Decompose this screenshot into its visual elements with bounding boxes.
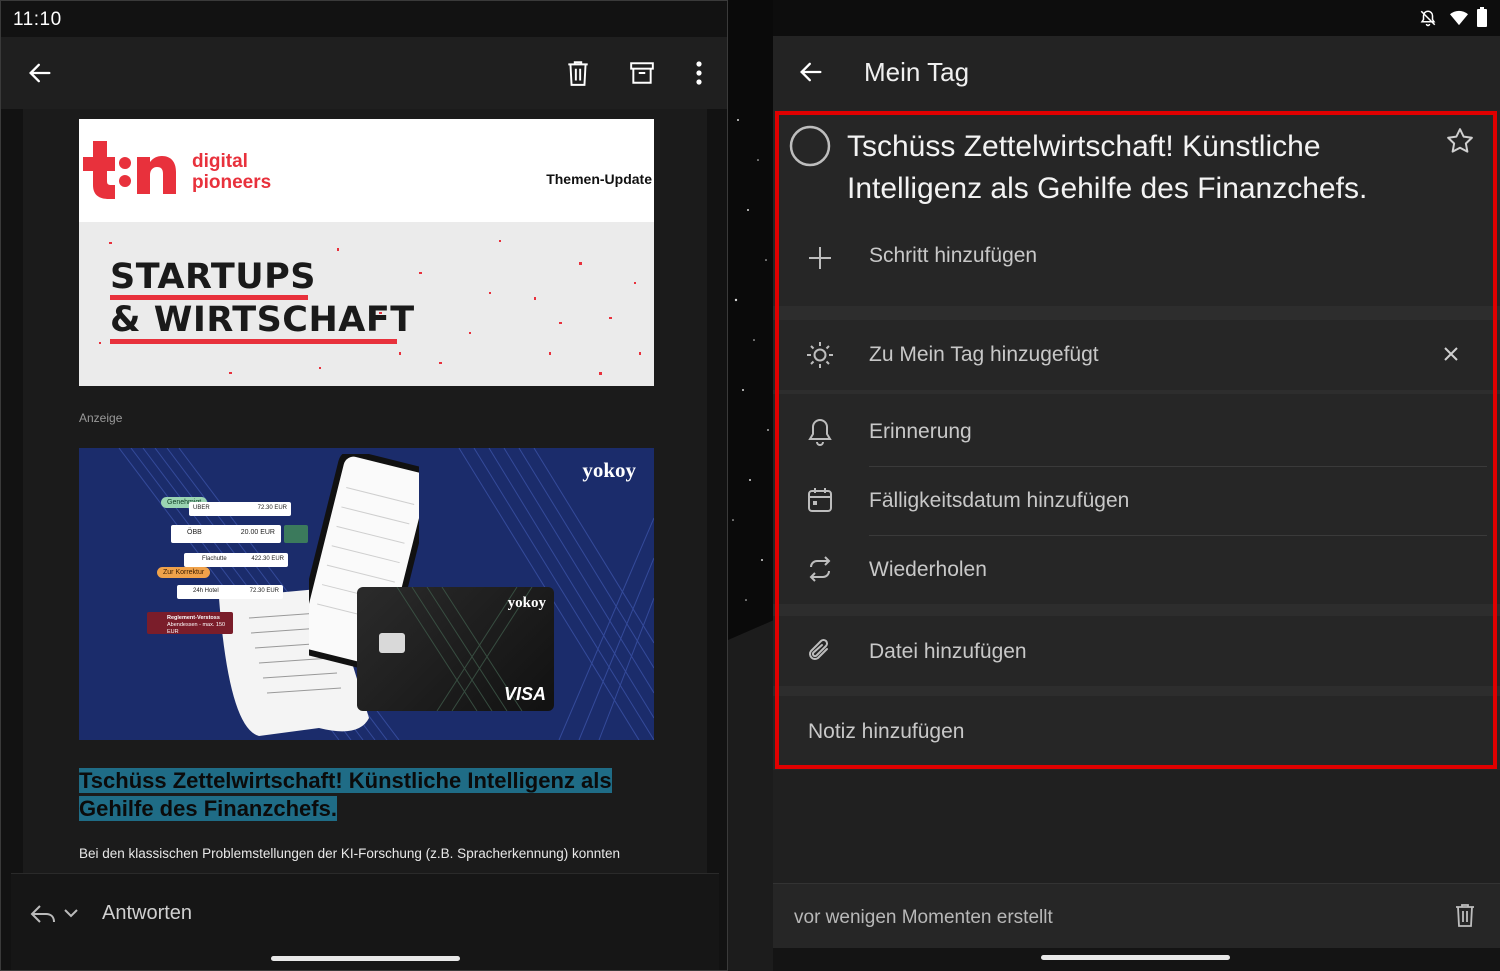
gesture-handle-right[interactable] xyxy=(1041,955,1230,960)
tile-hotel: 24h Hotel 72.30 EUR xyxy=(177,585,283,599)
due-date-label: Fälligkeitsdatum hinzufügen xyxy=(869,489,1130,512)
credit-card: yokoy VISA xyxy=(357,587,554,711)
battery-icon xyxy=(1477,7,1487,27)
status-bar-right xyxy=(773,0,1500,36)
add-file-row[interactable]: Datei hinzufügen xyxy=(773,616,1500,686)
task-footer: vor wenigen Momenten erstellt xyxy=(773,883,1500,948)
ad-label: Anzeige xyxy=(79,411,123,425)
article-headline: Tschüss Zettelwirtschaft! Künstliche Int… xyxy=(79,768,612,821)
wifi-icon xyxy=(1450,10,1468,26)
notifications-off-icon xyxy=(1420,10,1436,27)
add-file-label: Datei hinzufügen xyxy=(869,640,1027,663)
archive-button[interactable] xyxy=(624,55,660,91)
tile-warning: Reglement-Verstoss Abendessen - max. 150… xyxy=(147,612,233,635)
created-timestamp: vor wenigen Momenten erstellt xyxy=(794,907,1053,928)
repeat-icon xyxy=(809,556,831,582)
status-time: 11:10 xyxy=(13,9,62,30)
trash-icon xyxy=(1456,904,1474,927)
calendar-icon xyxy=(808,488,832,512)
more-vertical-icon xyxy=(696,61,702,85)
task-title[interactable]: Tschüss Zettelwirtschaft! Künstliche Int… xyxy=(847,126,1427,210)
tile-approved-check xyxy=(284,525,308,543)
my-day-label: Zu Mein Tag hinzugefügt xyxy=(869,343,1099,366)
reply-label[interactable]: Antworten xyxy=(102,902,192,925)
sun-icon xyxy=(807,342,833,368)
paperclip-icon xyxy=(809,638,829,660)
chevron-down-icon xyxy=(64,909,78,918)
t3n-logo xyxy=(83,141,176,199)
delete-task-button[interactable] xyxy=(1453,901,1477,934)
plus-icon xyxy=(809,247,831,269)
bell-icon xyxy=(808,418,832,446)
mail-app-pane: 11:10 digital pioneers Themen-Update STA… xyxy=(0,0,728,971)
mail-body[interactable]: digital pioneers Themen-Update STARTUPS … xyxy=(23,109,707,874)
add-step-label: Schritt hinzufügen xyxy=(869,244,1038,267)
badge-korrektur: Zur Korrektur xyxy=(157,567,211,578)
delete-button[interactable] xyxy=(560,55,596,91)
note-placeholder: Notiz hinzufügen xyxy=(808,720,965,743)
tile-uber: UBER 72.30 EUR xyxy=(189,502,291,516)
wallpaper-strip xyxy=(728,0,774,971)
back-button[interactable] xyxy=(22,55,58,91)
status-bar: 11:10 xyxy=(1,1,727,37)
task-detail-panel: Tschüss Zettelwirtschaft! Künstliche Int… xyxy=(773,110,1500,770)
star-icon xyxy=(1447,128,1473,153)
archive-icon xyxy=(630,62,654,84)
repeat-label: Wiederholen xyxy=(869,558,987,581)
article-body: Bei den klassischen Problemstellungen de… xyxy=(79,846,621,861)
back-button[interactable] xyxy=(797,58,825,91)
due-date-row[interactable]: Fälligkeitsdatum hinzufügen xyxy=(773,467,1500,535)
banner-headline-2: & WIRTSCHAFT xyxy=(110,300,415,340)
tile-obb: ÖBB 20.00 EUR xyxy=(171,525,281,543)
complete-task-button[interactable] xyxy=(789,125,831,172)
reminder-row[interactable]: Erinnerung xyxy=(773,398,1500,466)
advertisement-image[interactable]: yokoy Genehmigt UBER 72.30 EUR ÖBB 20.00… xyxy=(79,448,654,740)
arrow-left-icon xyxy=(29,63,51,83)
brand-name: digital pioneers xyxy=(192,151,272,193)
todo-app-pane: Mein Tag Tschüss Zettelwirtschaft! Künst… xyxy=(773,0,1500,971)
banner-headline-1: STARTUPS xyxy=(110,257,316,297)
reply-options-button[interactable] xyxy=(63,906,79,924)
note-field[interactable]: Notiz hinzufügen xyxy=(773,696,1500,770)
arrow-left-icon xyxy=(800,62,822,82)
tile-flachutte: Flachutte 422.30 EUR xyxy=(184,553,288,567)
remove-my-day-button[interactable] xyxy=(1443,346,1459,367)
mail-toolbar xyxy=(1,37,727,109)
todo-header: Mein Tag xyxy=(773,36,1500,110)
repeat-row[interactable]: Wiederholen xyxy=(773,536,1500,604)
trash-icon xyxy=(568,61,588,86)
reminder-label: Erinnerung xyxy=(869,420,972,443)
reply-button[interactable] xyxy=(29,902,57,931)
newsletter-banner[interactable]: digital pioneers Themen-Update STARTUPS … xyxy=(79,119,654,386)
gesture-handle[interactable] xyxy=(271,956,460,961)
list-title: Mein Tag xyxy=(864,57,970,87)
circle-icon xyxy=(789,125,831,167)
card-chip xyxy=(379,633,405,653)
reply-icon xyxy=(30,905,55,923)
themen-update-label: Themen-Update xyxy=(546,171,652,187)
add-step-row[interactable]: Schritt hinzufügen xyxy=(773,228,1500,288)
close-icon xyxy=(1444,347,1458,361)
my-day-row[interactable]: Zu Mein Tag hinzugefügt xyxy=(773,320,1500,390)
importance-button[interactable] xyxy=(1445,126,1475,161)
more-options-button[interactable] xyxy=(681,55,717,91)
ad-brand: yokoy xyxy=(582,458,636,482)
